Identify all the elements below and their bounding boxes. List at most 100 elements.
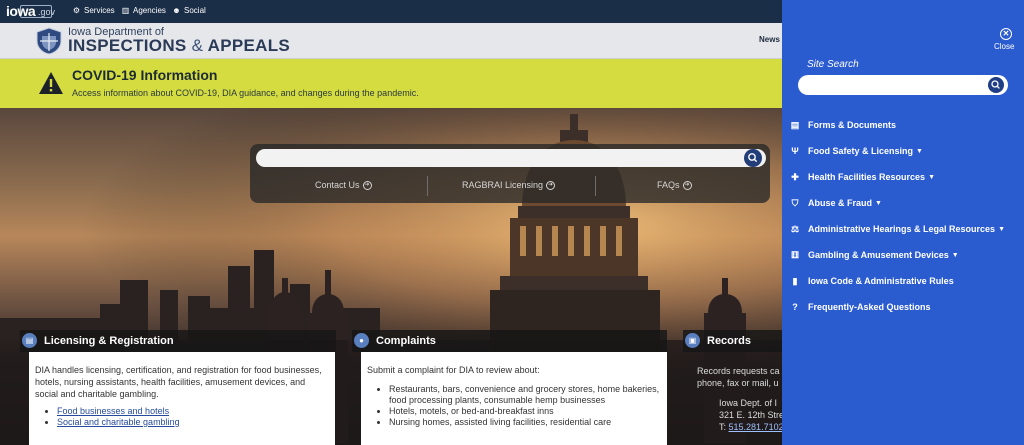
menu-item-label: Frequently-Asked Questions — [808, 302, 931, 312]
menu-item-label: Gambling & Amusement Devices — [808, 250, 949, 260]
site-search-button[interactable] — [988, 77, 1004, 93]
chat-bubble-icon: ● — [354, 333, 369, 348]
menu-abuse-fraud[interactable]: ⛉ Abuse & Fraud ▼ — [790, 196, 882, 210]
search-icon — [748, 153, 758, 163]
agencies-link[interactable]: ▥ Agencies — [121, 6, 166, 15]
food-businesses-link[interactable]: Food businesses and hotels — [57, 406, 169, 416]
gears-icon: ⚙ — [72, 6, 81, 15]
services-link[interactable]: ⚙ Services — [72, 6, 115, 15]
document-icon: ▤ — [790, 120, 800, 130]
dice-icon: ⚅ — [791, 250, 799, 260]
menu-admin-hearings[interactable]: ⚖ Administrative Hearings & Legal Resour… — [790, 222, 1005, 236]
complaints-card-header: ● Complaints — [352, 330, 667, 352]
close-menu-button[interactable]: ✕ Close — [992, 28, 1020, 54]
logo-text: iowa — [6, 3, 36, 19]
list-item: Hotels, motels, or bed-and-breakfast inn… — [389, 406, 661, 417]
agencies-label: Agencies — [133, 6, 166, 15]
menu-food-safety[interactable]: Ψ Food Safety & Licensing ▼ — [790, 144, 923, 158]
menu-item-label: Iowa Code & Administrative Rules — [808, 276, 954, 286]
complaints-list: Restaurants, bars, convenience and groce… — [367, 384, 661, 428]
arrow-right-circle-icon: ➜ — [546, 180, 556, 190]
site-search-label: Site Search — [807, 59, 859, 70]
menu-item-label: Administrative Hearings & Legal Resource… — [808, 224, 996, 234]
list-item: Social and charitable gambling — [57, 417, 329, 428]
licensing-card-body: DIA handles licensing, certification, an… — [29, 352, 335, 445]
records-text-line: Records requests ca — [697, 366, 780, 376]
contact-us-link[interactable]: Contact Us ➜ — [315, 180, 372, 190]
close-icon: ✕ — [1000, 28, 1012, 40]
social-label: Social — [184, 6, 206, 15]
agency-seal-icon[interactable] — [36, 27, 62, 55]
records-text-line: phone, fax or mail, u — [697, 378, 779, 388]
list-item: Nursing homes, assisted living facilitie… — [389, 417, 661, 428]
complaints-card-title: Complaints — [376, 335, 436, 347]
question-icon: ? — [792, 302, 798, 312]
menu-item-label: Abuse & Fraud — [808, 198, 873, 208]
records-address-line: 321 E. 12th Stre — [719, 410, 785, 420]
list-item: Food businesses and hotels — [57, 406, 329, 417]
shield-icon: ⛉ — [791, 198, 799, 208]
book-icon: ▮ — [792, 276, 798, 286]
phone-prefix: T: — [719, 422, 727, 432]
nav-news-link[interactable]: News — [759, 35, 780, 44]
covid-description: Access information about COVID-19, DIA g… — [72, 88, 419, 98]
id-card-icon: ▤ — [22, 333, 37, 348]
gambling-link[interactable]: Social and charitable gambling — [57, 417, 180, 427]
hero-search-input[interactable] — [256, 149, 766, 167]
ragbrai-licensing-link[interactable]: RAGBRAI Licensing ➜ — [462, 180, 556, 190]
menu-forms-documents[interactable]: ▤ Forms & Documents — [790, 118, 896, 132]
logo-suffix: .gov — [38, 7, 56, 17]
hero-search-button[interactable] — [744, 149, 762, 167]
people-icon: ☻ — [172, 6, 181, 15]
ragbrai-licensing-label: RAGBRAI Licensing — [462, 180, 544, 190]
services-label: Services — [84, 6, 115, 15]
quick-link-divider — [427, 176, 428, 196]
records-phone-line: T: 515.281.7102 — [697, 421, 784, 433]
social-link[interactable]: ☻ Social — [172, 6, 206, 15]
licensing-link-list: Food businesses and hotels Social and ch… — [35, 406, 329, 428]
complaints-intro: Submit a complaint for DIA to review abo… — [367, 365, 540, 375]
utensils-icon: Ψ — [791, 146, 799, 156]
records-icon: ▣ — [685, 333, 700, 348]
caret-down-icon: ▼ — [951, 251, 959, 259]
menu-iowa-code[interactable]: ▮ Iowa Code & Administrative Rules — [790, 274, 954, 288]
licensing-intro: DIA handles licensing, certification, an… — [35, 365, 322, 399]
close-label: Close — [994, 42, 1015, 51]
contact-us-label: Contact Us — [315, 180, 360, 190]
menu-gambling[interactable]: ⚅ Gambling & Amusement Devices ▼ — [790, 248, 959, 262]
records-address-line: Iowa Dept. of I — [719, 398, 778, 408]
warning-icon — [39, 72, 63, 94]
complaints-card-body: Submit a complaint for DIA to review abo… — [361, 352, 667, 445]
caret-down-icon: ▼ — [916, 147, 923, 155]
search-icon — [991, 80, 1000, 89]
records-phone-link[interactable]: 515.281.7102 — [729, 422, 784, 432]
licensing-card-title: Licensing & Registration — [44, 335, 174, 347]
menu-item-label: Forms & Documents — [808, 120, 897, 130]
building-icon: ▥ — [121, 6, 130, 15]
caret-down-icon: ▼ — [875, 199, 882, 207]
list-item: Restaurants, bars, convenience and groce… — [389, 384, 661, 406]
arrow-right-circle-icon: ➜ — [682, 180, 692, 190]
site-search-input[interactable] — [798, 75, 1008, 95]
agency-ampersand: & — [191, 36, 204, 55]
covid-title: COVID-19 Information — [72, 67, 218, 83]
iowa-gov-logo[interactable]: iowa .gov — [6, 2, 55, 20]
faqs-link[interactable]: FAQs ➜ — [657, 180, 692, 190]
records-card-title: Records — [707, 335, 752, 347]
caret-down-icon: ▼ — [928, 173, 935, 181]
arrow-right-circle-icon: ➜ — [362, 180, 372, 190]
records-card-header: ▣ Records — [683, 330, 783, 352]
records-card-body: Records requests ca phone, fax or mail, … — [697, 365, 784, 433]
menu-health-facilities[interactable]: ✚ Health Facilities Resources ▼ — [790, 170, 935, 184]
caret-down-icon: ▼ — [998, 225, 1005, 233]
agency-name-main[interactable]: INSPECTIONS & APPEALS — [68, 36, 290, 56]
agency-word-appeals: APPEALS — [207, 36, 291, 55]
menu-item-label: Health Facilities Resources — [808, 172, 926, 182]
clinic-icon: ✚ — [791, 172, 799, 182]
quick-link-divider — [595, 176, 596, 196]
scales-icon: ⚖ — [790, 224, 800, 234]
licensing-card-header: ▤ Licensing & Registration — [20, 330, 336, 352]
menu-faq[interactable]: ? Frequently-Asked Questions — [790, 300, 931, 314]
agency-word-inspections: INSPECTIONS — [68, 36, 187, 55]
menu-item-label: Food Safety & Licensing — [808, 146, 914, 156]
